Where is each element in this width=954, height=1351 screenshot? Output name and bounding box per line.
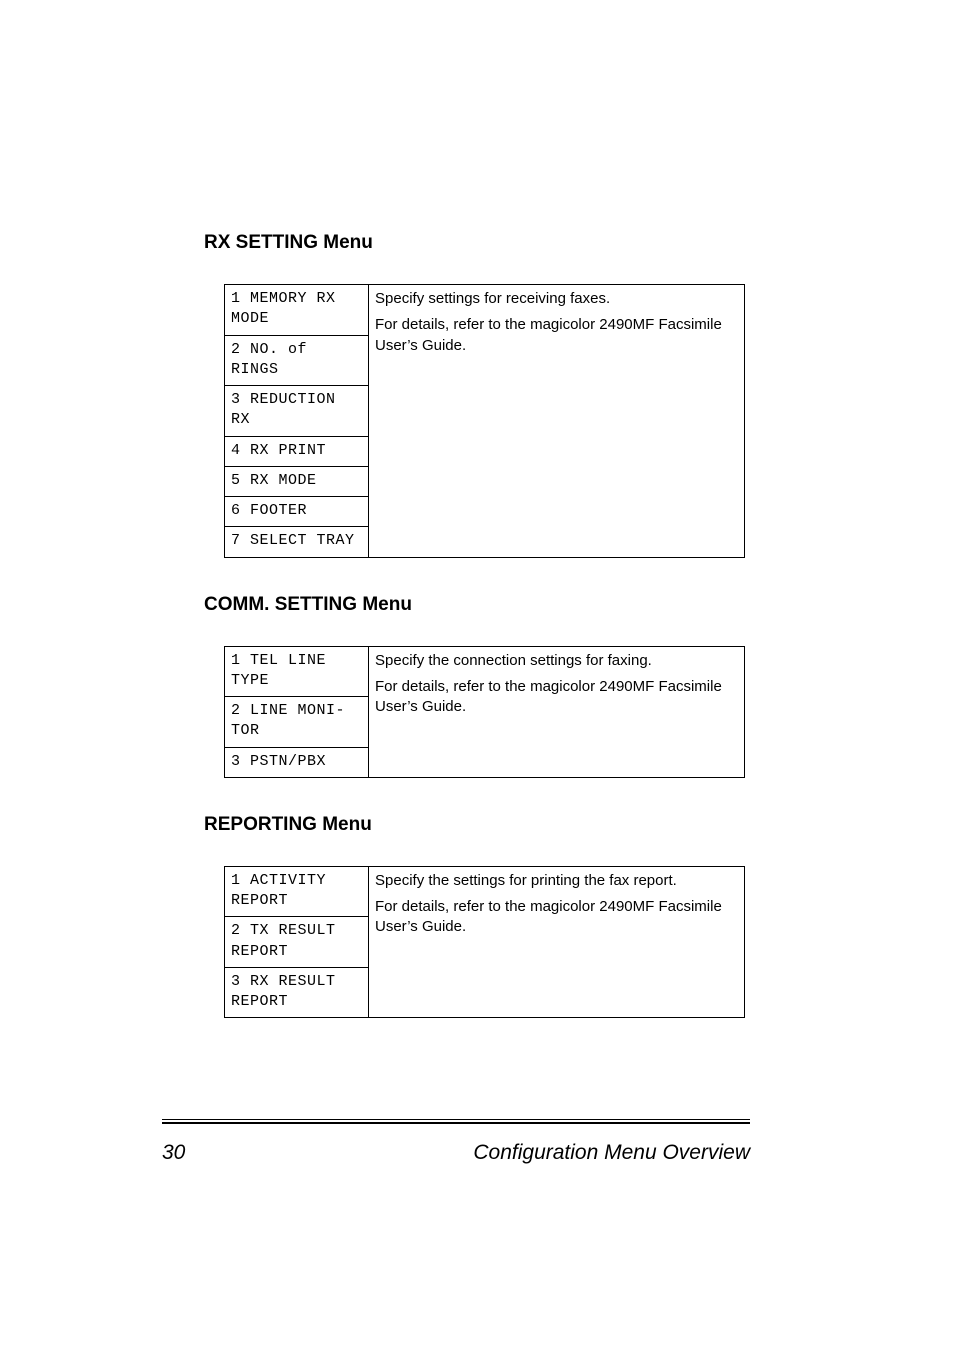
menu-description: Specify settings for receiving faxes. Fo… bbox=[369, 285, 745, 558]
menu-item: 1 ACTIVITY REPORT bbox=[225, 866, 369, 917]
page-number: 30 bbox=[162, 1141, 185, 1165]
desc-text: For details, refer to the magicolor 2490… bbox=[375, 677, 738, 718]
heading-rx-setting: RX SETTING Menu bbox=[204, 232, 744, 254]
menu-item: 3 REDUCTION RX bbox=[225, 386, 369, 437]
footer-title: Configuration Menu Overview bbox=[473, 1141, 750, 1165]
desc-text: For details, refer to the magicolor 2490… bbox=[375, 897, 738, 938]
content-block: RX SETTING Menu 1 MEMORY RX MODE Specify… bbox=[204, 232, 744, 1018]
heading-reporting: REPORTING Menu bbox=[204, 814, 744, 836]
footer-rule bbox=[162, 1119, 750, 1124]
table-rx-setting: 1 MEMORY RX MODE Specify settings for re… bbox=[224, 284, 745, 558]
desc-text: Specify the settings for printing the fa… bbox=[375, 871, 738, 891]
menu-item: 2 NO. of RINGS bbox=[225, 335, 369, 386]
menu-item: 3 RX RESULT REPORT bbox=[225, 967, 369, 1018]
menu-item: 2 LINE MONI-TOR bbox=[225, 697, 369, 748]
menu-item: 7 SELECT TRAY bbox=[225, 527, 369, 557]
page: RX SETTING Menu 1 MEMORY RX MODE Specify… bbox=[0, 0, 954, 1351]
menu-description: Specify the connection settings for faxi… bbox=[369, 646, 745, 777]
page-footer: 30 Configuration Menu Overview bbox=[162, 1141, 750, 1165]
menu-description: Specify the settings for printing the fa… bbox=[369, 866, 745, 1018]
menu-item: 1 TEL LINE TYPE bbox=[225, 646, 369, 697]
menu-item: 1 MEMORY RX MODE bbox=[225, 285, 369, 336]
table-reporting: 1 ACTIVITY REPORT Specify the settings f… bbox=[224, 866, 745, 1019]
table-comm-setting: 1 TEL LINE TYPE Specify the connection s… bbox=[224, 646, 745, 778]
desc-text: For details, refer to the magicolor 2490… bbox=[375, 315, 738, 356]
desc-text: Specify the connection settings for faxi… bbox=[375, 651, 738, 671]
desc-text: Specify settings for receiving faxes. bbox=[375, 289, 738, 309]
menu-item: 3 PSTN/PBX bbox=[225, 747, 369, 777]
heading-comm-setting: COMM. SETTING Menu bbox=[204, 594, 744, 616]
menu-item: 4 RX PRINT bbox=[225, 436, 369, 466]
menu-item: 6 FOOTER bbox=[225, 497, 369, 527]
menu-item: 5 RX MODE bbox=[225, 466, 369, 496]
menu-item: 2 TX RESULT REPORT bbox=[225, 917, 369, 968]
